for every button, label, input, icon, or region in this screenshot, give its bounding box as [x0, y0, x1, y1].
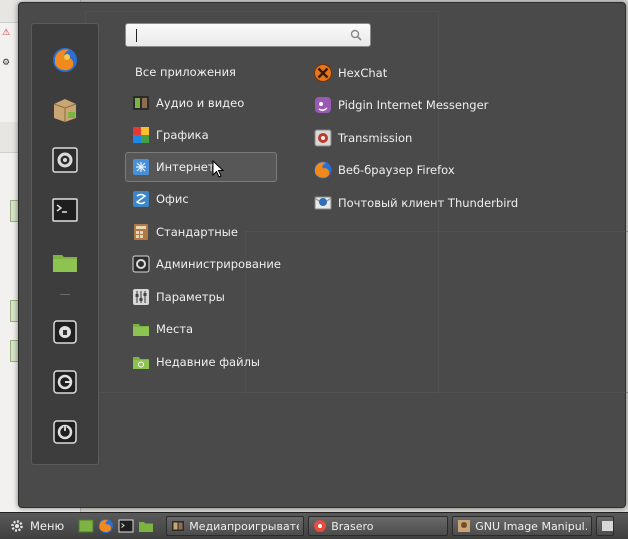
task-brasero[interactable]: Brasero: [308, 516, 449, 536]
task-label: GNU Image Manipul...: [475, 519, 588, 533]
terminal-launcher-icon[interactable]: [118, 518, 134, 534]
app-hexchat[interactable]: HexChat: [313, 60, 573, 86]
lock-screen-icon: [53, 320, 77, 344]
favorite-logout[interactable]: [51, 368, 79, 396]
task-gimp[interactable]: GNU Image Manipul...: [452, 516, 593, 536]
background-glyph: ⚠: [2, 28, 11, 38]
thunderbird-icon: [314, 196, 332, 210]
office-icon: [133, 191, 149, 207]
files-launcher-icon[interactable]: [138, 518, 154, 534]
gimp-icon: [458, 520, 471, 532]
media-player-icon: [172, 521, 185, 531]
category-label: Параметры: [156, 290, 225, 304]
category-label: Стандартные: [156, 225, 238, 239]
mouse-cursor-icon: [212, 160, 224, 178]
category-label: Недавние файлы: [156, 355, 261, 369]
package-manager-icon: [53, 99, 77, 122]
category-audio-video[interactable]: Аудио и видео: [125, 88, 277, 118]
task-label: Brasero: [331, 519, 374, 533]
category-label: Аудио и видео: [156, 96, 245, 110]
transmission-icon: [314, 129, 332, 147]
internet-icon: [133, 159, 149, 175]
app-label: Transmission: [338, 131, 413, 145]
background-glyph: ⚙: [2, 58, 11, 68]
administration-icon: [132, 255, 150, 273]
gear-icon: [11, 520, 23, 532]
pidgin-icon: [315, 97, 331, 113]
logout-icon: [53, 370, 77, 394]
search-input[interactable]: [130, 26, 344, 46]
category-office[interactable]: Офис: [125, 184, 277, 214]
text-caret: [136, 29, 137, 42]
firefox-icon: [314, 161, 332, 179]
menu-button[interactable]: Меню: [0, 513, 70, 539]
app-label: HexChat: [338, 66, 388, 80]
system-settings-icon: [52, 147, 78, 173]
category-preferences[interactable]: Параметры: [125, 282, 277, 312]
category-label: Графика: [156, 128, 209, 142]
task-media-player[interactable]: Медиапроигрывате...: [166, 516, 305, 536]
category-internet[interactable]: Интернет: [125, 152, 277, 182]
category-places[interactable]: Места: [125, 314, 277, 344]
favorite-terminal[interactable]: [51, 196, 79, 224]
audio-video-icon: [133, 96, 149, 110]
brasero-icon: [314, 520, 327, 532]
firefox-launcher-icon[interactable]: [98, 518, 114, 534]
taskbar: Меню Медиапроигрывате... Brasero GNU: [0, 512, 628, 539]
show-desktop-icon[interactable]: [78, 518, 94, 534]
graphics-icon: [133, 127, 149, 143]
background-strip: [0, 122, 18, 153]
favorite-package-manager[interactable]: [51, 96, 79, 124]
task-overflow[interactable]: [596, 516, 615, 536]
favorite-lock-screen[interactable]: [51, 318, 79, 346]
category-accessories[interactable]: Стандартные: [125, 217, 277, 247]
category-graphics[interactable]: Графика: [125, 120, 277, 150]
menu-label: Меню: [30, 519, 65, 533]
favorites-panel: [31, 23, 99, 465]
shutdown-icon: [53, 420, 77, 444]
category-label: Администрирование: [156, 257, 281, 271]
folder-icon: [53, 255, 77, 272]
search-icon: [350, 29, 362, 41]
firefox-icon: [53, 48, 77, 72]
category-recent-files[interactable]: Недавние файлы: [125, 347, 277, 377]
app-window-icon: [602, 521, 614, 531]
app-transmission[interactable]: Transmission: [313, 125, 573, 151]
favorite-home-folder[interactable]: [51, 248, 79, 276]
category-label: Интернет: [156, 160, 215, 174]
app-label: Веб-браузер Firefox: [338, 163, 455, 177]
recent-files-folder-icon: [133, 357, 149, 369]
app-pidgin[interactable]: Pidgin Internet Messenger: [313, 92, 573, 118]
category-label: Места: [156, 322, 194, 336]
category-label: Офис: [156, 192, 189, 206]
accessories-icon: [134, 224, 148, 240]
app-thunderbird[interactable]: Почтовый клиент Thunderbird: [313, 190, 573, 216]
all-applications-header[interactable]: Все приложения: [135, 65, 236, 79]
preferences-icon: [133, 289, 149, 305]
application-menu: Все приложения Аудио и видео Графика Инт…: [18, 2, 628, 508]
favorite-shutdown[interactable]: [51, 418, 79, 446]
app-label: Pidgin Internet Messenger: [338, 98, 489, 112]
hexchat-icon: [314, 64, 332, 82]
search-box[interactable]: [125, 23, 371, 47]
background-strip: [0, 0, 18, 23]
category-administration[interactable]: Администрирование: [125, 249, 281, 279]
places-folder-icon: [133, 324, 149, 336]
ghost-window: [245, 231, 628, 393]
favorites-separator: [60, 294, 70, 295]
app-label: Почтовый клиент Thunderbird: [338, 196, 519, 210]
task-label: Медиапроигрывате...: [189, 519, 299, 533]
terminal-icon: [52, 198, 78, 222]
app-firefox[interactable]: Веб-браузер Firefox: [313, 157, 573, 183]
favorite-firefox[interactable]: [51, 46, 79, 74]
favorite-system-settings[interactable]: [51, 146, 79, 174]
